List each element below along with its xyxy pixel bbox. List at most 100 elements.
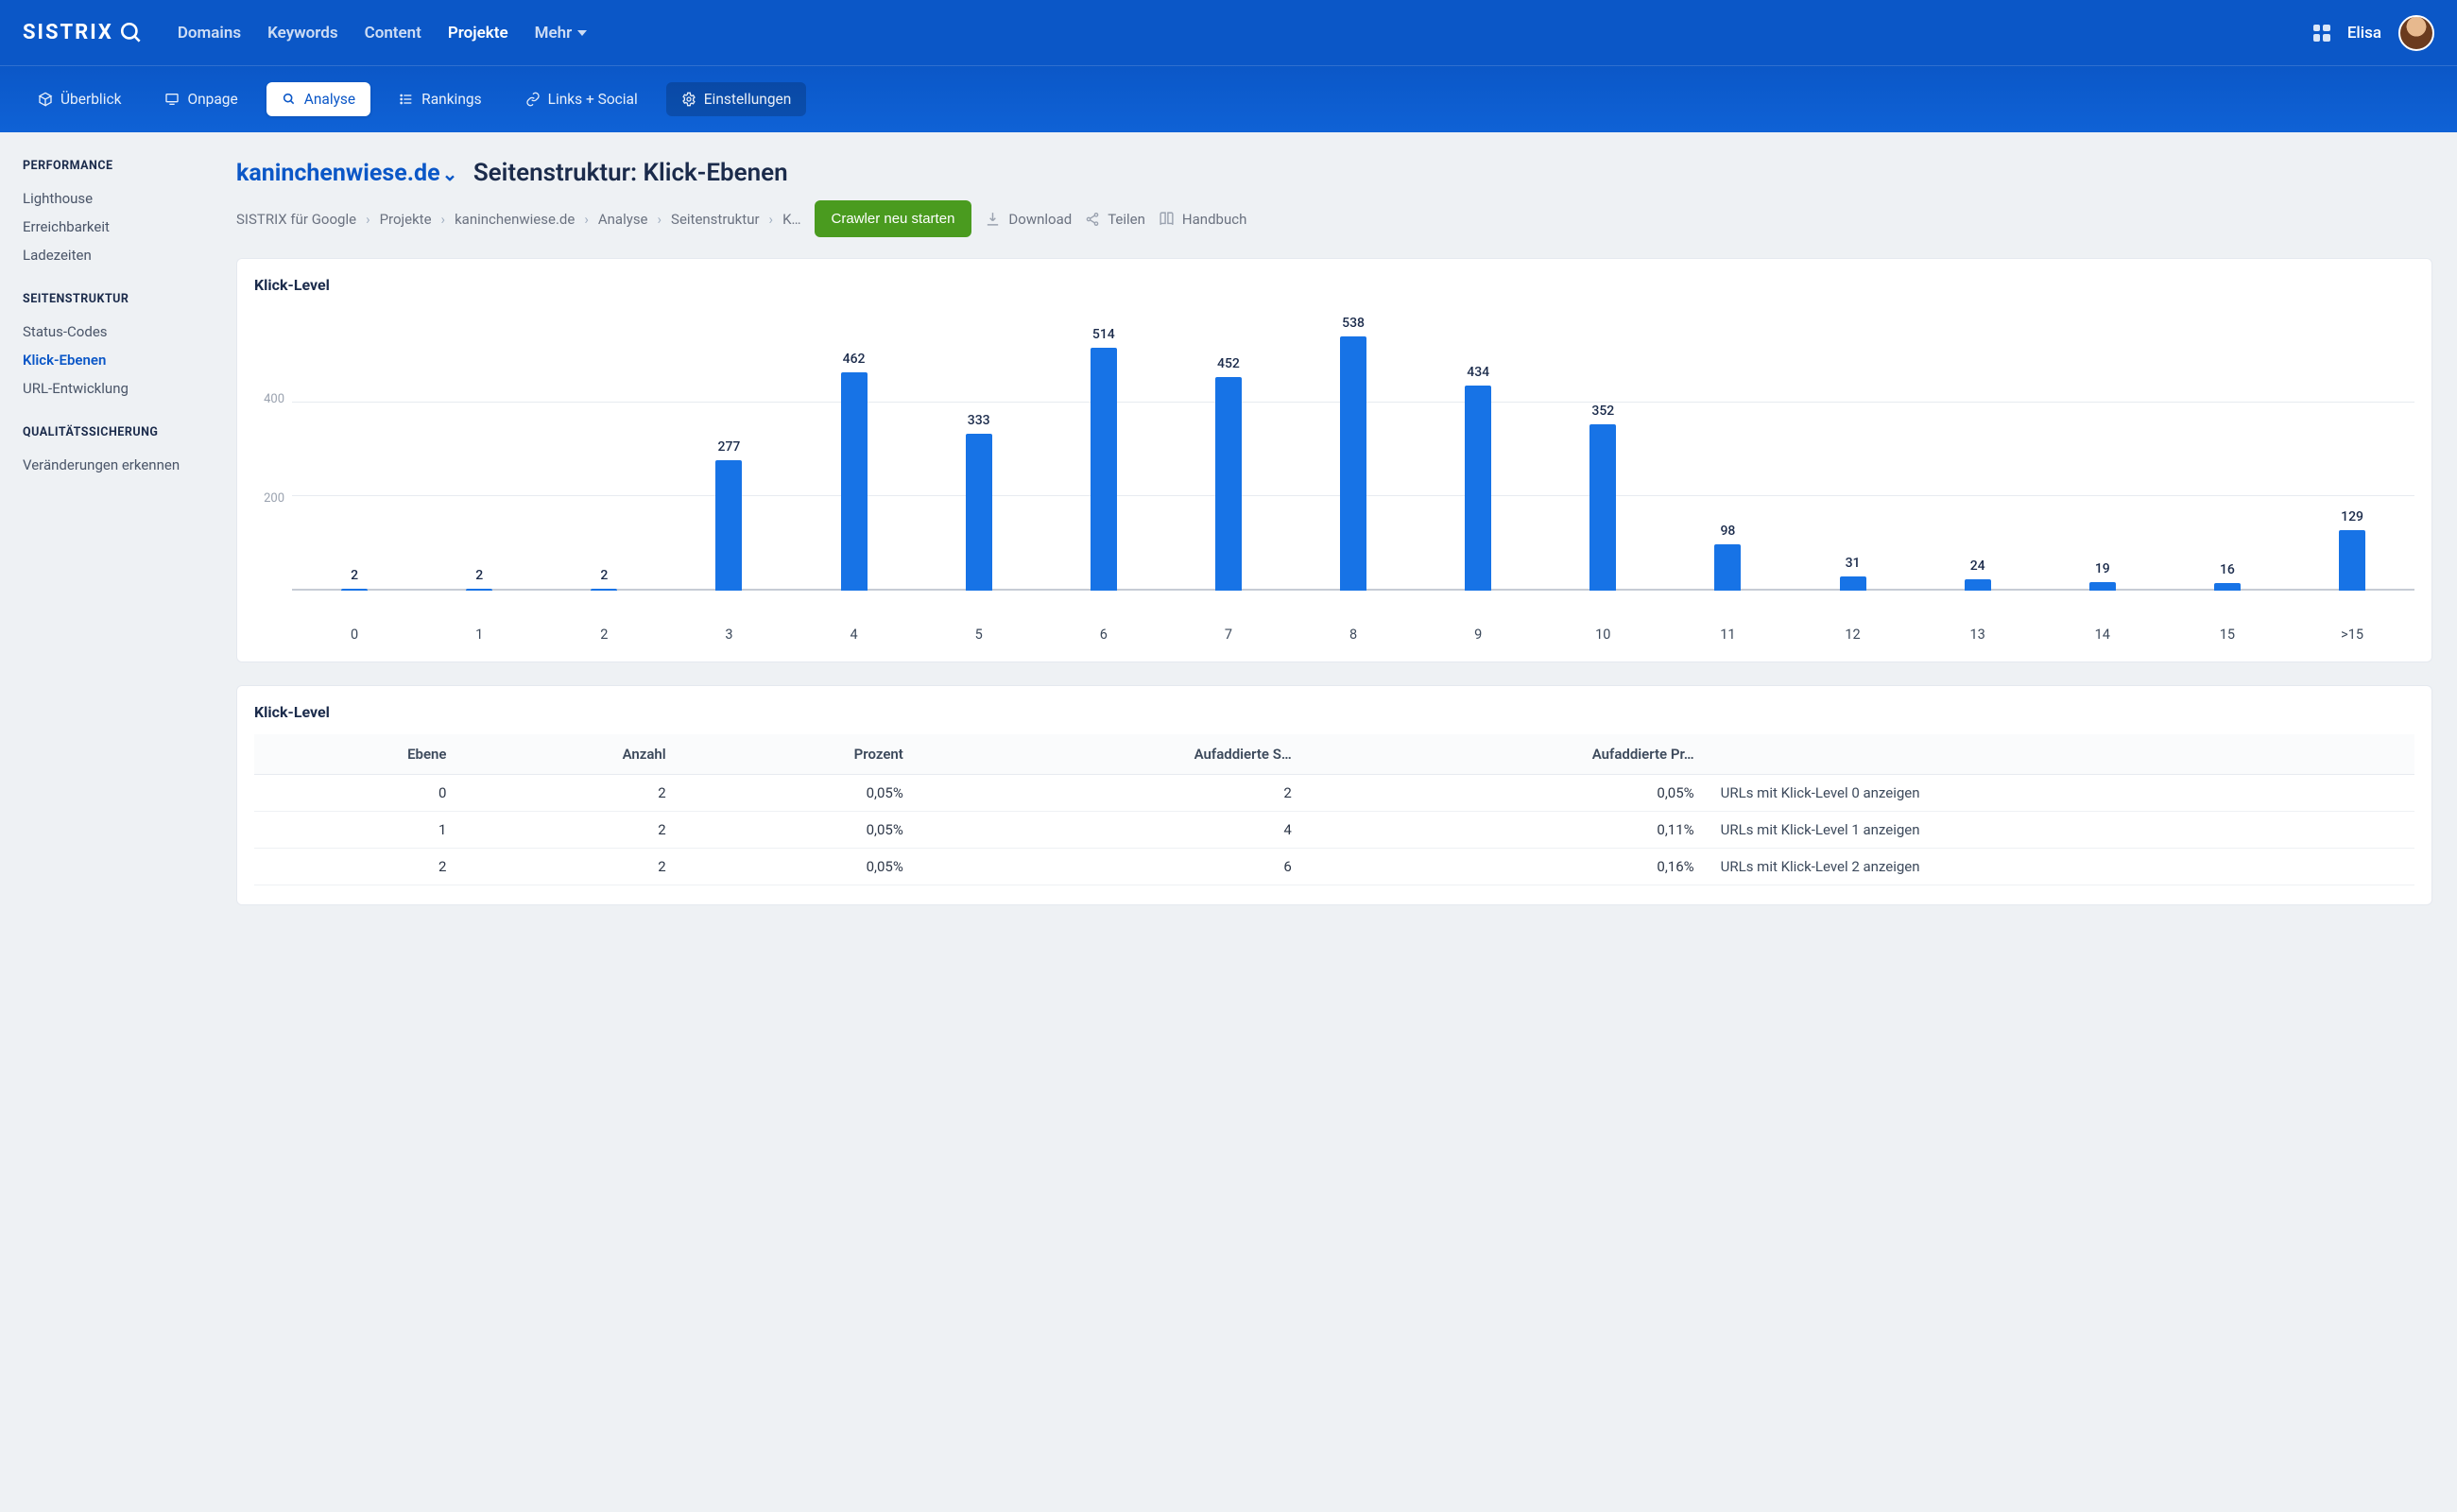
chevron-down-icon[interactable]: ⌄ — [442, 163, 458, 185]
nav-mehr[interactable]: Mehr — [535, 24, 588, 43]
x-tick: 11 — [1665, 627, 1790, 643]
x-tick: 2 — [541, 627, 666, 643]
x-tick: 8 — [1291, 627, 1416, 643]
bar[interactable] — [2214, 583, 2241, 591]
x-tick: >15 — [2290, 627, 2414, 643]
bar[interactable] — [1714, 544, 1741, 591]
x-tick: 0 — [292, 627, 417, 643]
tab-analyse[interactable]: Analyse — [266, 82, 370, 116]
breadcrumb-item[interactable]: Analyse — [598, 211, 648, 228]
table-cell: 2 — [917, 775, 1305, 812]
gear-icon — [681, 92, 696, 107]
bar[interactable] — [1215, 377, 1242, 591]
sidebar-link-veraenderungen[interactable]: Veränderungen erkennen — [23, 451, 193, 479]
content: kaninchenwiese.de⌄ Seitenstruktur: Klick… — [212, 132, 2457, 966]
user-area: Elisa — [2313, 15, 2434, 51]
list-icon — [399, 92, 414, 107]
table-cell: 1 — [254, 812, 459, 849]
monitor-icon — [164, 92, 180, 107]
bar-value-label: 434 — [1467, 365, 1489, 380]
bar[interactable] — [591, 589, 617, 591]
bar[interactable] — [2089, 582, 2116, 592]
breadcrumb-sep: › — [366, 211, 370, 228]
nav-content[interactable]: Content — [365, 24, 421, 43]
breadcrumb-item[interactable]: K… — [782, 211, 800, 228]
breadcrumb-sep: › — [769, 211, 774, 228]
table-cell: 0,05% — [679, 812, 917, 849]
breadcrumb-item[interactable]: SISTRIX für Google — [236, 211, 356, 228]
sidebar-link-urlentwicklung[interactable]: URL-Entwicklung — [23, 374, 193, 403]
bar-value-label: 538 — [1342, 316, 1365, 331]
bar[interactable] — [2339, 530, 2365, 592]
table-row: 220,05%60,16%URLs mit Klick-Level 2 anze… — [254, 849, 2414, 885]
breadcrumb-item[interactable]: kaninchenwiese.de — [455, 211, 575, 228]
x-tick: 4 — [792, 627, 917, 643]
sidebar-link-statuscodes[interactable]: Status-Codes — [23, 318, 193, 346]
bar-value-label: 514 — [1092, 327, 1115, 342]
bar[interactable] — [1840, 576, 1866, 592]
x-tick: 14 — [2040, 627, 2165, 643]
tab-onpage[interactable]: Onpage — [149, 82, 252, 116]
tab-links[interactable]: Links + Social — [510, 82, 653, 116]
sidebar-link-erreichbarkeit[interactable]: Erreichbarkeit — [23, 213, 193, 241]
page-subtitle: Seitenstruktur: Klick-Ebenen — [473, 159, 788, 187]
bar[interactable] — [1589, 424, 1616, 591]
col-aufsum[interactable]: Aufaddierte S… — [917, 734, 1305, 775]
breadcrumbs: SISTRIX für Google › Projekte › kaninchenwie… — [236, 211, 801, 228]
table-cell: 0,11% — [1305, 812, 1708, 849]
bar[interactable] — [466, 589, 492, 591]
logo[interactable]: SISTRIX — [23, 21, 144, 45]
sidebar-link-lighthouse[interactable]: Lighthouse — [23, 184, 193, 213]
bar[interactable] — [1965, 579, 1991, 591]
chart-panel: Klick-Level 400 200 22227746233351445253… — [236, 258, 2432, 662]
download-link[interactable]: Download — [985, 211, 1072, 228]
y-tick: 200 — [254, 491, 284, 506]
x-tick: 7 — [1166, 627, 1291, 643]
avatar[interactable] — [2398, 15, 2434, 51]
main-nav: Domains Keywords Content Projekte Mehr — [178, 24, 587, 43]
bar[interactable] — [1340, 336, 1366, 591]
table-cell: 0,05% — [679, 775, 917, 812]
sidebar-link-ladezeiten[interactable]: Ladezeiten — [23, 241, 193, 269]
share-link[interactable]: Teilen — [1085, 211, 1145, 228]
bar-value-label: 98 — [1720, 524, 1735, 539]
subhead: SISTRIX für Google › Projekte › kaninchenwie… — [236, 200, 2432, 237]
handbook-link[interactable]: Handbuch — [1159, 211, 1246, 228]
breadcrumb-item[interactable]: Projekte — [380, 211, 432, 228]
bar[interactable] — [715, 460, 742, 592]
bar-slot: 2 — [541, 568, 666, 591]
sidebar-group-qs: QUALITÄTSSICHERUNG — [23, 425, 193, 439]
table-cell-link[interactable]: URLs mit Klick-Level 0 anzeigen — [1708, 775, 2414, 812]
tab-uberblick[interactable]: Überblick — [23, 82, 136, 116]
bar-value-label: 31 — [1846, 556, 1861, 571]
bar[interactable] — [341, 589, 368, 591]
nav-keywords[interactable]: Keywords — [267, 24, 337, 43]
username[interactable]: Elisa — [2347, 24, 2381, 43]
breadcrumb-item[interactable]: Seitenstruktur — [671, 211, 760, 228]
table-cell: 0,16% — [1305, 849, 1708, 885]
domain-selector[interactable]: kaninchenwiese.de — [236, 160, 440, 187]
table-cell: 6 — [917, 849, 1305, 885]
table-cell-link[interactable]: URLs mit Klick-Level 1 anzeigen — [1708, 812, 2414, 849]
apps-icon[interactable] — [2313, 25, 2330, 42]
tab-label: Überblick — [60, 91, 121, 108]
nav-projekte[interactable]: Projekte — [448, 24, 508, 43]
col-prozent[interactable]: Prozent — [679, 734, 917, 775]
bar[interactable] — [841, 372, 868, 591]
sidebar-link-klickebenen[interactable]: Klick-Ebenen — [23, 346, 193, 374]
col-aufpct[interactable]: Aufaddierte Pr… — [1305, 734, 1708, 775]
bar[interactable] — [1091, 348, 1117, 591]
search-icon — [119, 21, 144, 45]
bar[interactable] — [1465, 386, 1491, 591]
x-tick: 9 — [1416, 627, 1540, 643]
col-anzahl[interactable]: Anzahl — [459, 734, 679, 775]
table-cell-link[interactable]: URLs mit Klick-Level 2 anzeigen — [1708, 849, 2414, 885]
bar[interactable] — [966, 434, 992, 592]
crawler-restart-button[interactable]: Crawler neu starten — [815, 200, 972, 237]
sidebar-group-seitenstruktur: SEITENSTRUKTUR — [23, 292, 193, 306]
tab-rankings[interactable]: Rankings — [384, 82, 496, 116]
col-ebene[interactable]: Ebene — [254, 734, 459, 775]
nav-domains[interactable]: Domains — [178, 24, 241, 43]
tab-einstellungen[interactable]: Einstellungen — [666, 82, 807, 116]
bar-slot: 98 — [1665, 524, 1790, 591]
